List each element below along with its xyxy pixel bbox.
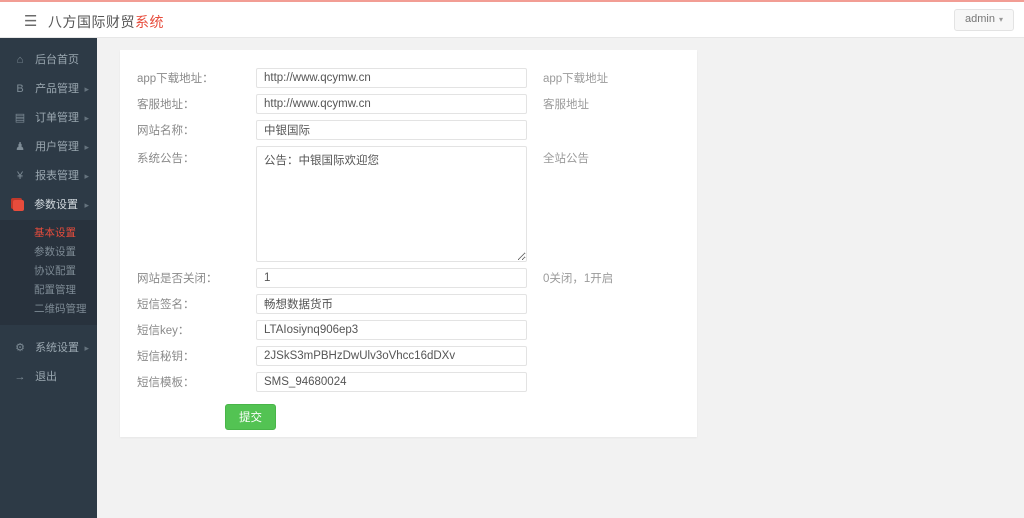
sidebar-item-products[interactable]: B 产品管理 ▸ (0, 75, 97, 104)
top-bar: ☰ 八方国际财贸系统 admin ▾ (0, 0, 1024, 38)
form-row-service-url: 客服地址： 客服地址 (120, 94, 697, 114)
form-row-site-name: 网站名称： (120, 120, 697, 140)
logout-icon: → (13, 363, 27, 392)
app-title-main: 八方国际财贸 (48, 14, 135, 30)
user-icon: ♟ (13, 133, 27, 162)
field-hint: 全站公告 (543, 150, 589, 166)
chevron-right-icon: ▸ (84, 334, 89, 363)
sidebar-item-label: 产品管理 (35, 83, 79, 95)
sidebar-item-label: 系统设置 (35, 342, 79, 354)
user-name: admin (965, 13, 995, 25)
hamburger-icon[interactable]: ☰ (24, 12, 37, 30)
sidebar-item-label: 退出 (35, 371, 57, 383)
field-label: 短信秘钥： (120, 348, 256, 364)
chevron-right-icon: ▸ (84, 162, 89, 191)
site-closed-field[interactable] (256, 268, 527, 288)
product-icon: B (13, 75, 27, 104)
sidebar-item-reports[interactable]: ¥ 报表管理 ▸ (0, 162, 97, 191)
sms-secret-field[interactable] (256, 346, 527, 366)
form-row-sms-signature: 短信签名： (120, 294, 697, 314)
sidebar-item-label: 用户管理 (35, 141, 79, 153)
form-row-announcement: 系统公告： 公告：中银国际欢迎您 全站公告 (120, 146, 697, 262)
sidebar-item-users[interactable]: ♟ 用户管理 ▸ (0, 133, 97, 162)
sidebar-item-label: 报表管理 (35, 170, 79, 182)
sidebar-item-label: 参数设置 (34, 199, 78, 211)
app-download-url-field[interactable] (256, 68, 527, 88)
field-label: 网站是否关闭： (120, 270, 256, 286)
form-row-sms-key: 短信key： (120, 320, 697, 340)
home-icon: ⌂ (13, 46, 27, 75)
settings-form-card: app下载地址： app下载地址 客服地址： 客服地址 网站名称： 系统公告： … (120, 50, 697, 437)
field-hint: 0关闭，1开启 (543, 270, 613, 286)
field-label: 系统公告： (120, 150, 256, 166)
report-icon: ¥ (13, 162, 27, 191)
field-label: 短信key： (120, 322, 256, 338)
field-label: 短信模板： (120, 374, 256, 390)
chevron-right-icon: ▸ (84, 191, 89, 220)
gear-icon: ⚙ (13, 334, 27, 363)
announcement-textarea[interactable]: 公告：中银国际欢迎您 (256, 146, 527, 262)
sms-key-field[interactable] (256, 320, 527, 340)
submenu-item-protocol-config[interactable]: 协议配置 (0, 262, 97, 281)
submit-button[interactable]: 提交 (225, 404, 276, 430)
app-title: 八方国际财贸系统 (48, 12, 164, 32)
sidebar: ⌂ 后台首页 B 产品管理 ▸ ▤ 订单管理 ▸ ♟ 用户管理 ▸ ¥ 报表管理… (0, 38, 97, 518)
form-row-sms-secret: 短信秘钥： (120, 346, 697, 366)
sidebar-item-logout[interactable]: → 退出 (0, 363, 97, 392)
sidebar-item-label: 后台首页 (35, 54, 79, 66)
form-row-sms-template: 短信模板： (120, 372, 697, 392)
submenu-item-parameter-settings[interactable]: 参数设置 (0, 243, 97, 262)
chevron-right-icon: ▸ (84, 104, 89, 133)
field-label: app下载地址： (120, 70, 256, 86)
form-row-site-closed: 网站是否关闭： 0关闭，1开启 (120, 268, 697, 288)
parameter-settings-icon (13, 200, 24, 211)
field-label: 短信签名： (120, 296, 256, 312)
site-name-field[interactable] (256, 120, 527, 140)
app-title-accent: 系统 (135, 14, 164, 30)
caret-down-icon: ▾ (999, 15, 1003, 24)
sidebar-item-parameters[interactable]: 参数设置 ▸ (0, 191, 97, 220)
sidebar-submenu: 基本设置 参数设置 协议配置 配置管理 二维码管理 (0, 220, 97, 325)
form-row-app-download-url: app下载地址： app下载地址 (120, 68, 697, 88)
sidebar-item-dashboard[interactable]: ⌂ 后台首页 (0, 46, 97, 75)
sidebar-item-label: 订单管理 (35, 112, 79, 124)
chevron-right-icon: ▸ (84, 75, 89, 104)
field-hint: app下载地址 (543, 70, 608, 86)
service-url-field[interactable] (256, 94, 527, 114)
sidebar-item-system-settings[interactable]: ⚙ 系统设置 ▸ (0, 334, 97, 363)
submenu-item-basic-settings[interactable]: 基本设置 (0, 224, 97, 243)
sms-template-field[interactable] (256, 372, 527, 392)
sms-signature-field[interactable] (256, 294, 527, 314)
submenu-item-config-management[interactable]: 配置管理 (0, 281, 97, 300)
field-label: 客服地址： (120, 96, 256, 112)
field-label: 网站名称： (120, 122, 256, 138)
sidebar-item-orders[interactable]: ▤ 订单管理 ▸ (0, 104, 97, 133)
submit-row: 提交 (120, 404, 697, 430)
submenu-item-qrcode-management[interactable]: 二维码管理 (0, 300, 97, 319)
field-hint: 客服地址 (543, 96, 589, 112)
order-icon: ▤ (13, 104, 27, 133)
chevron-right-icon: ▸ (84, 133, 89, 162)
user-dropdown[interactable]: admin ▾ (954, 9, 1014, 31)
